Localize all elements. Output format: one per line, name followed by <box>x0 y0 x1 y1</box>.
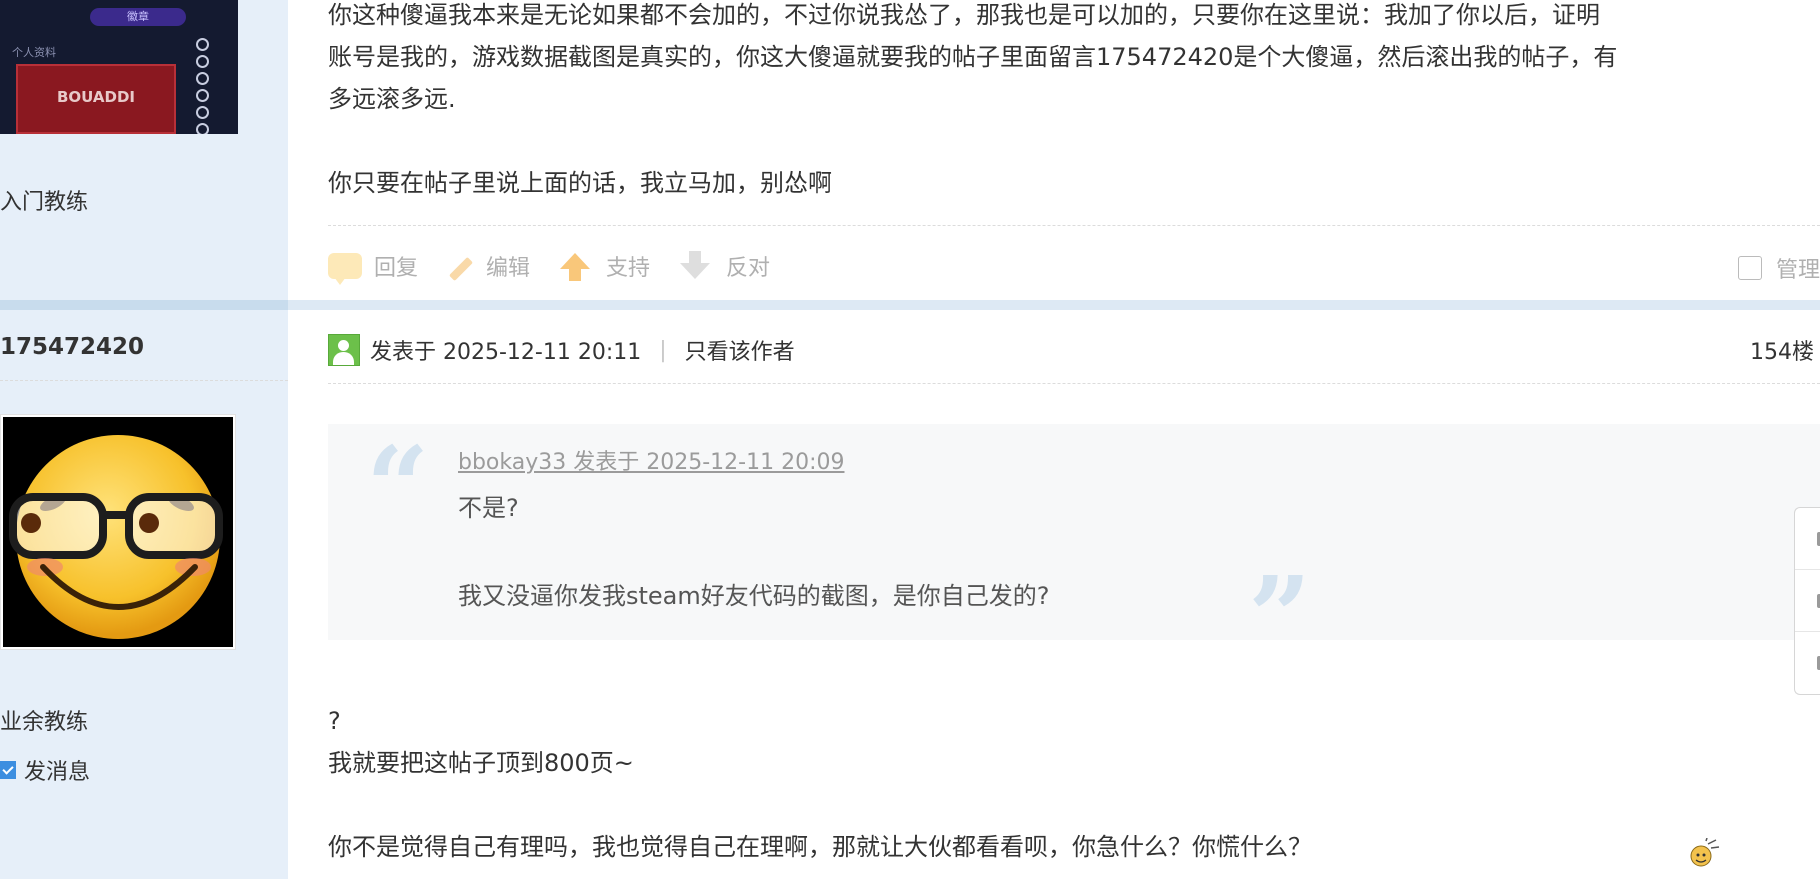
oppose-label: 反对 <box>726 256 771 281</box>
meta-separator: | <box>659 337 667 363</box>
manage-label: 管理 <box>1776 258 1820 283</box>
floating-toolbar-button[interactable] <box>1795 570 1820 632</box>
post-author-rank: 业余教练 <box>0 710 89 735</box>
send-message-link[interactable]: 发消息 <box>0 754 90 786</box>
quote-close-icon: ” <box>1248 552 1312 681</box>
post-divider <box>328 225 1820 226</box>
post-line: 你不是觉得自己有理吗，我也觉得自己在理啊，那就让大伙都看看呗，你急什么？你慌什么… <box>328 833 1312 861</box>
smiley-glasses-icon <box>9 435 223 639</box>
avatar-card-name: BOUADDI <box>16 64 176 134</box>
edit-button[interactable]: 编辑 <box>448 250 530 282</box>
author-sidebar: 徽章 个人资料 BOUADDI 入门教练 175472420 业余教练 发消息 <box>0 0 288 879</box>
emoji-sticker-icon <box>1690 838 1720 867</box>
quote-block: “ bbokay33 发表于 2025-12-11 20:09 不是? 我又没逼… <box>328 422 1820 672</box>
meta-divider <box>328 383 1820 384</box>
thumb-up-arrow-icon <box>560 253 591 281</box>
post-meta: 发表于 2025-12-11 20:11 | 只看该作者 <box>328 334 795 366</box>
avatar-label: 个人资料 <box>12 46 56 59</box>
quote-line: 不是? <box>458 494 519 522</box>
previous-post-body: 你这种傻逼我本来是无论如果都不会加的，不过你说我怂了，那我也是可以加的，只要你在… <box>328 0 1820 204</box>
quote-open-icon: “ <box>366 422 430 551</box>
previous-author-avatar[interactable]: 徽章 个人资料 BOUADDI <box>0 0 238 134</box>
pencil-icon <box>448 256 474 282</box>
post-line: 我就要把这帖子顶到800页~ <box>328 749 634 777</box>
sidebar-divider <box>0 380 288 381</box>
post-actions: 回复 编辑 支持 反对 <box>328 250 800 285</box>
floor-number[interactable]: 154楼 <box>1750 334 1814 366</box>
previous-post-line: 多远滚多远. <box>328 85 456 113</box>
previous-post-line: 账号是我的，游戏数据截图是真实的，你这大傻逼就要我的帖子里面留言17547242… <box>328 43 1618 71</box>
post-line: ? <box>328 707 341 735</box>
send-message-label: 发消息 <box>24 760 91 785</box>
user-icon <box>328 334 360 366</box>
quote-header-link[interactable]: bbokay33 发表于 2025-12-11 20:09 <box>458 444 844 476</box>
avatar-dots <box>192 34 212 134</box>
previous-author-rank: 入门教练 <box>0 190 89 215</box>
post-timestamp: 发表于 2025-12-11 20:11 <box>370 340 642 365</box>
support-button[interactable]: 支持 <box>560 250 650 282</box>
floating-toolbar-button[interactable] <box>1795 508 1820 570</box>
speech-bubble-icon <box>328 253 362 285</box>
post-body: ? 我就要把这帖子顶到800页~ 你不是觉得自己有理吗，我也觉得自己在理啊，那就… <box>328 700 1778 868</box>
previous-post-line: 你只要在帖子里说上面的话，我立马加，别怂啊 <box>328 169 832 197</box>
thumb-down-arrow-icon <box>680 251 711 279</box>
reply-button[interactable]: 回复 <box>328 250 419 285</box>
support-label: 支持 <box>606 256 651 281</box>
post-separator <box>0 300 1820 310</box>
reply-label: 回复 <box>374 256 419 281</box>
edit-label: 编辑 <box>486 256 531 281</box>
post-content-area: 你这种傻逼我本来是无论如果都不会加的，不过你说我怂了，那我也是可以加的，只要你在… <box>288 0 1820 879</box>
oppose-button[interactable]: 反对 <box>680 250 770 282</box>
avatar-badge: 徽章 <box>90 8 186 26</box>
floating-toolbar[interactable] <box>1794 507 1820 695</box>
post-author-name[interactable]: 175472420 <box>0 334 144 360</box>
manage-toggle[interactable]: 管理 <box>1738 252 1820 284</box>
quote-line: 我又没逼你发我steam好友代码的截图，是你自己发的? <box>458 582 1050 610</box>
post-author-avatar[interactable] <box>0 414 236 650</box>
message-icon <box>0 761 16 779</box>
only-author-link[interactable]: 只看该作者 <box>685 334 795 366</box>
manage-checkbox[interactable] <box>1738 256 1762 280</box>
previous-post-line: 你这种傻逼我本来是无论如果都不会加的，不过你说我怂了，那我也是可以加的，只要你在… <box>328 1 1600 29</box>
floating-toolbar-button[interactable] <box>1795 632 1820 693</box>
